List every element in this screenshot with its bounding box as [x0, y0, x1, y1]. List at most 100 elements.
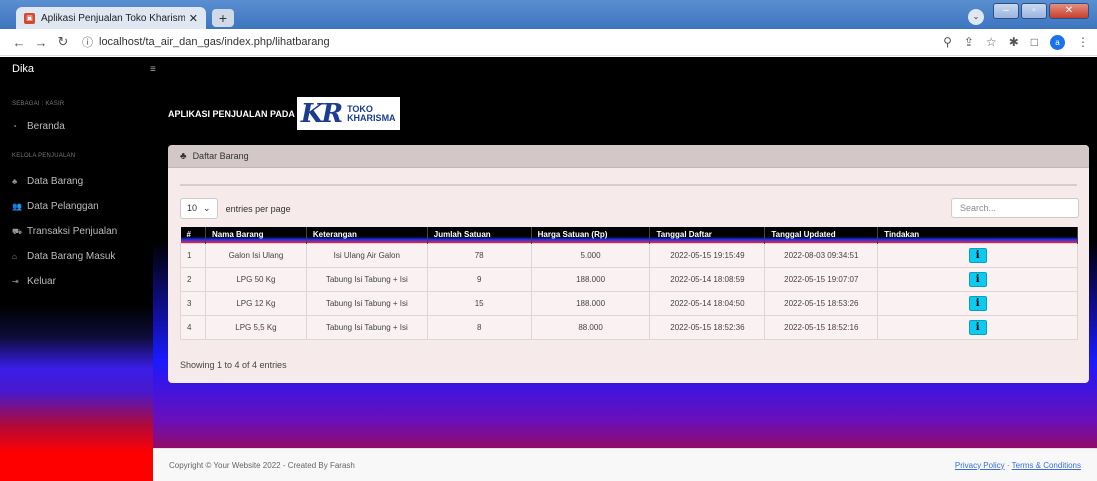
privacy-policy-link[interactable]: Privacy Policy — [955, 461, 1005, 470]
minimize-icon[interactable]: – — [993, 3, 1019, 19]
action-cell: i — [877, 266, 1078, 292]
column-header[interactable]: # — [180, 227, 206, 243]
footer: Copyright © Your Website 2022 - Created … — [153, 448, 1097, 481]
per-page-select[interactable]: 10 ⌄ — [180, 198, 218, 219]
close-window-icon[interactable]: ✕ — [1049, 3, 1089, 19]
dashboard-icon: ◔ — [12, 122, 17, 131]
table-cell: 15 — [426, 290, 532, 316]
forward-icon[interactable]: → — [30, 35, 52, 50]
boxes-icon: ♣ — [12, 177, 18, 186]
copyright-text: Copyright © Your Website 2022 - Created … — [169, 460, 355, 470]
navbar-brand[interactable]: Dika — [0, 63, 150, 75]
table-cell: Galon Isi Ulang — [204, 242, 307, 268]
per-page-value: 10 — [187, 203, 198, 213]
profile-avatar[interactable]: a — [1050, 34, 1065, 50]
table-cell: 2 — [180, 266, 206, 292]
action-cell: i — [877, 242, 1078, 268]
boxes-icon: ♣ — [180, 150, 187, 162]
sidebar-item-keluar[interactable]: ⇥ Keluar — [0, 276, 56, 287]
table-cell: 188.000 — [530, 290, 651, 316]
page-title-text: APLIKASI PENJUALAN PADA — [168, 108, 295, 119]
table-cell: 2022-05-15 19:07:07 — [764, 266, 879, 292]
close-tab-icon[interactable]: ✕ — [189, 12, 198, 25]
sidebar-item-data-barang-masuk[interactable]: ⌂ Data Barang Masuk — [0, 251, 115, 262]
table-cell: 2022-05-15 18:53:26 — [764, 290, 879, 316]
detail-button[interactable]: i — [968, 319, 987, 335]
sidebar-item-label: Data Barang — [27, 176, 84, 187]
warehouse-icon: ⌂ — [12, 252, 17, 261]
browser-tab[interactable]: ▣ Aplikasi Penjualan Toko Kharisma ✕ — [16, 7, 206, 29]
favicon-icon: ▣ — [24, 12, 35, 24]
users-icon: 👥 — [12, 202, 22, 211]
column-header[interactable]: Harga Satuan (Rp) — [531, 227, 651, 243]
window-controls: – ▫ ✕ — [993, 3, 1089, 19]
maximize-icon[interactable]: ▫ — [1021, 3, 1047, 19]
sidebar: SEBAGAI : KASIR ◔ Beranda KELOLA PENJUAL… — [0, 81, 153, 481]
table-cell: 78 — [426, 242, 532, 268]
detail-button[interactable]: i — [968, 247, 987, 263]
table-cell: 2022-05-15 19:15:49 — [649, 242, 766, 268]
new-tab-button[interactable]: + — [212, 9, 234, 27]
sidebar-toggle-icon[interactable]: ≡ — [150, 64, 156, 75]
logo-line2: KHARISMA — [347, 112, 396, 123]
sidebar-item-transaksi-penjualan[interactable]: ⛟ Transaksi Penjualan — [0, 226, 117, 237]
zoom-icon[interactable]: ⚲ — [943, 35, 952, 49]
column-header[interactable]: Jumlah Satuan — [427, 227, 532, 243]
sidepanel-icon[interactable]: □ — [1031, 35, 1038, 49]
table-cell: 4 — [180, 314, 206, 340]
per-page-label: entries per page — [225, 203, 291, 214]
table-cell: Isi Ulang Air Galon — [305, 242, 428, 268]
sidebar-item-label: Data Barang Masuk — [27, 251, 116, 262]
card-title: Daftar Barang — [192, 151, 249, 161]
table-cell: 88.000 — [530, 314, 651, 340]
menu-kebab-icon[interactable]: ⋮ — [1077, 35, 1089, 49]
table-cell: 2022-05-15 18:52:16 — [764, 314, 879, 340]
tab-title: Aplikasi Penjualan Toko Kharisma — [41, 12, 185, 24]
column-header[interactable]: Nama Barang — [205, 227, 307, 243]
info-icon[interactable]: ⓘ — [82, 34, 93, 50]
search-input[interactable]: Search... — [951, 198, 1079, 218]
terms-link[interactable]: Terms & Conditions — [1012, 461, 1081, 470]
detail-button[interactable]: i — [968, 271, 987, 287]
logout-icon: ⇥ — [12, 277, 19, 286]
table-row: 4 LPG 5,5 Kg Tabung Isi Tabung + Isi 8 88.00… — [180, 314, 1078, 340]
table-cell: 188.000 — [530, 266, 651, 292]
table-cell: 1 — [180, 242, 206, 268]
tab-search-icon[interactable]: ⌄ — [968, 9, 984, 25]
store-logo: KR TOKO KHARISMA — [296, 97, 400, 130]
table-cell: 5.000 — [530, 242, 651, 268]
detail-button[interactable]: i — [968, 295, 987, 311]
table-cell: Tabung Isi Tabung + Isi — [305, 314, 428, 340]
daftar-barang-card: ♣ Daftar Barang 10 ⌄ entries per page Se… — [168, 145, 1089, 383]
extensions-icon[interactable]: ✱ — [1009, 35, 1019, 49]
sidebar-item-data-barang[interactable]: ♣ Data Barang — [0, 176, 83, 187]
action-cell: i — [877, 314, 1078, 340]
table-cell: LPG 50 Kg — [204, 266, 307, 292]
sidebar-heading-kelola: KELOLA PENJUALAN — [12, 153, 76, 159]
table-cell: 3 — [180, 290, 206, 316]
column-header[interactable]: Tindakan — [877, 227, 1078, 243]
reload-icon[interactable]: ↻ — [52, 34, 74, 50]
back-icon[interactable]: ← — [8, 35, 30, 50]
table-cell: 9 — [426, 266, 532, 292]
sidebar-item-beranda[interactable]: ◔ Beranda — [0, 121, 65, 132]
sidebar-item-label: Transaksi Penjualan — [27, 226, 118, 237]
table-cell: 8 — [426, 314, 532, 340]
share-icon[interactable]: ⇪ — [964, 35, 974, 49]
logo-mark: KR — [300, 98, 343, 129]
column-header[interactable]: Keterangan — [306, 227, 428, 243]
bookmark-star-icon[interactable]: ☆ — [986, 35, 997, 49]
column-header[interactable]: Tanggal Updated — [764, 227, 879, 243]
column-header[interactable]: Tanggal Daftar — [649, 227, 766, 243]
table-row: 2 LPG 50 Kg Tabung Isi Tabung + Isi 9 188.00… — [180, 266, 1078, 292]
sidebar-item-label: Keluar — [27, 276, 56, 287]
sidebar-item-data-pelanggan[interactable]: 👥 Data Pelanggan — [0, 201, 99, 212]
url-field[interactable]: localhost/ta_air_dan_gas/index.php/lihat… — [99, 36, 943, 48]
table-cell: 2022-05-15 18:52:36 — [649, 314, 766, 340]
table-row: 1 Galon Isi Ulang Isi Ulang Air Galon 78 5.0… — [180, 242, 1078, 268]
table-cell: LPG 12 Kg — [204, 290, 307, 316]
action-cell: i — [877, 290, 1078, 316]
entries-per-page: 10 ⌄ entries per page — [180, 198, 291, 219]
browser-tab-bar: ▣ Aplikasi Penjualan Toko Kharisma ✕ + ⌄… — [0, 0, 1097, 29]
table-cell: Tabung Isi Tabung + Isi — [305, 266, 428, 292]
